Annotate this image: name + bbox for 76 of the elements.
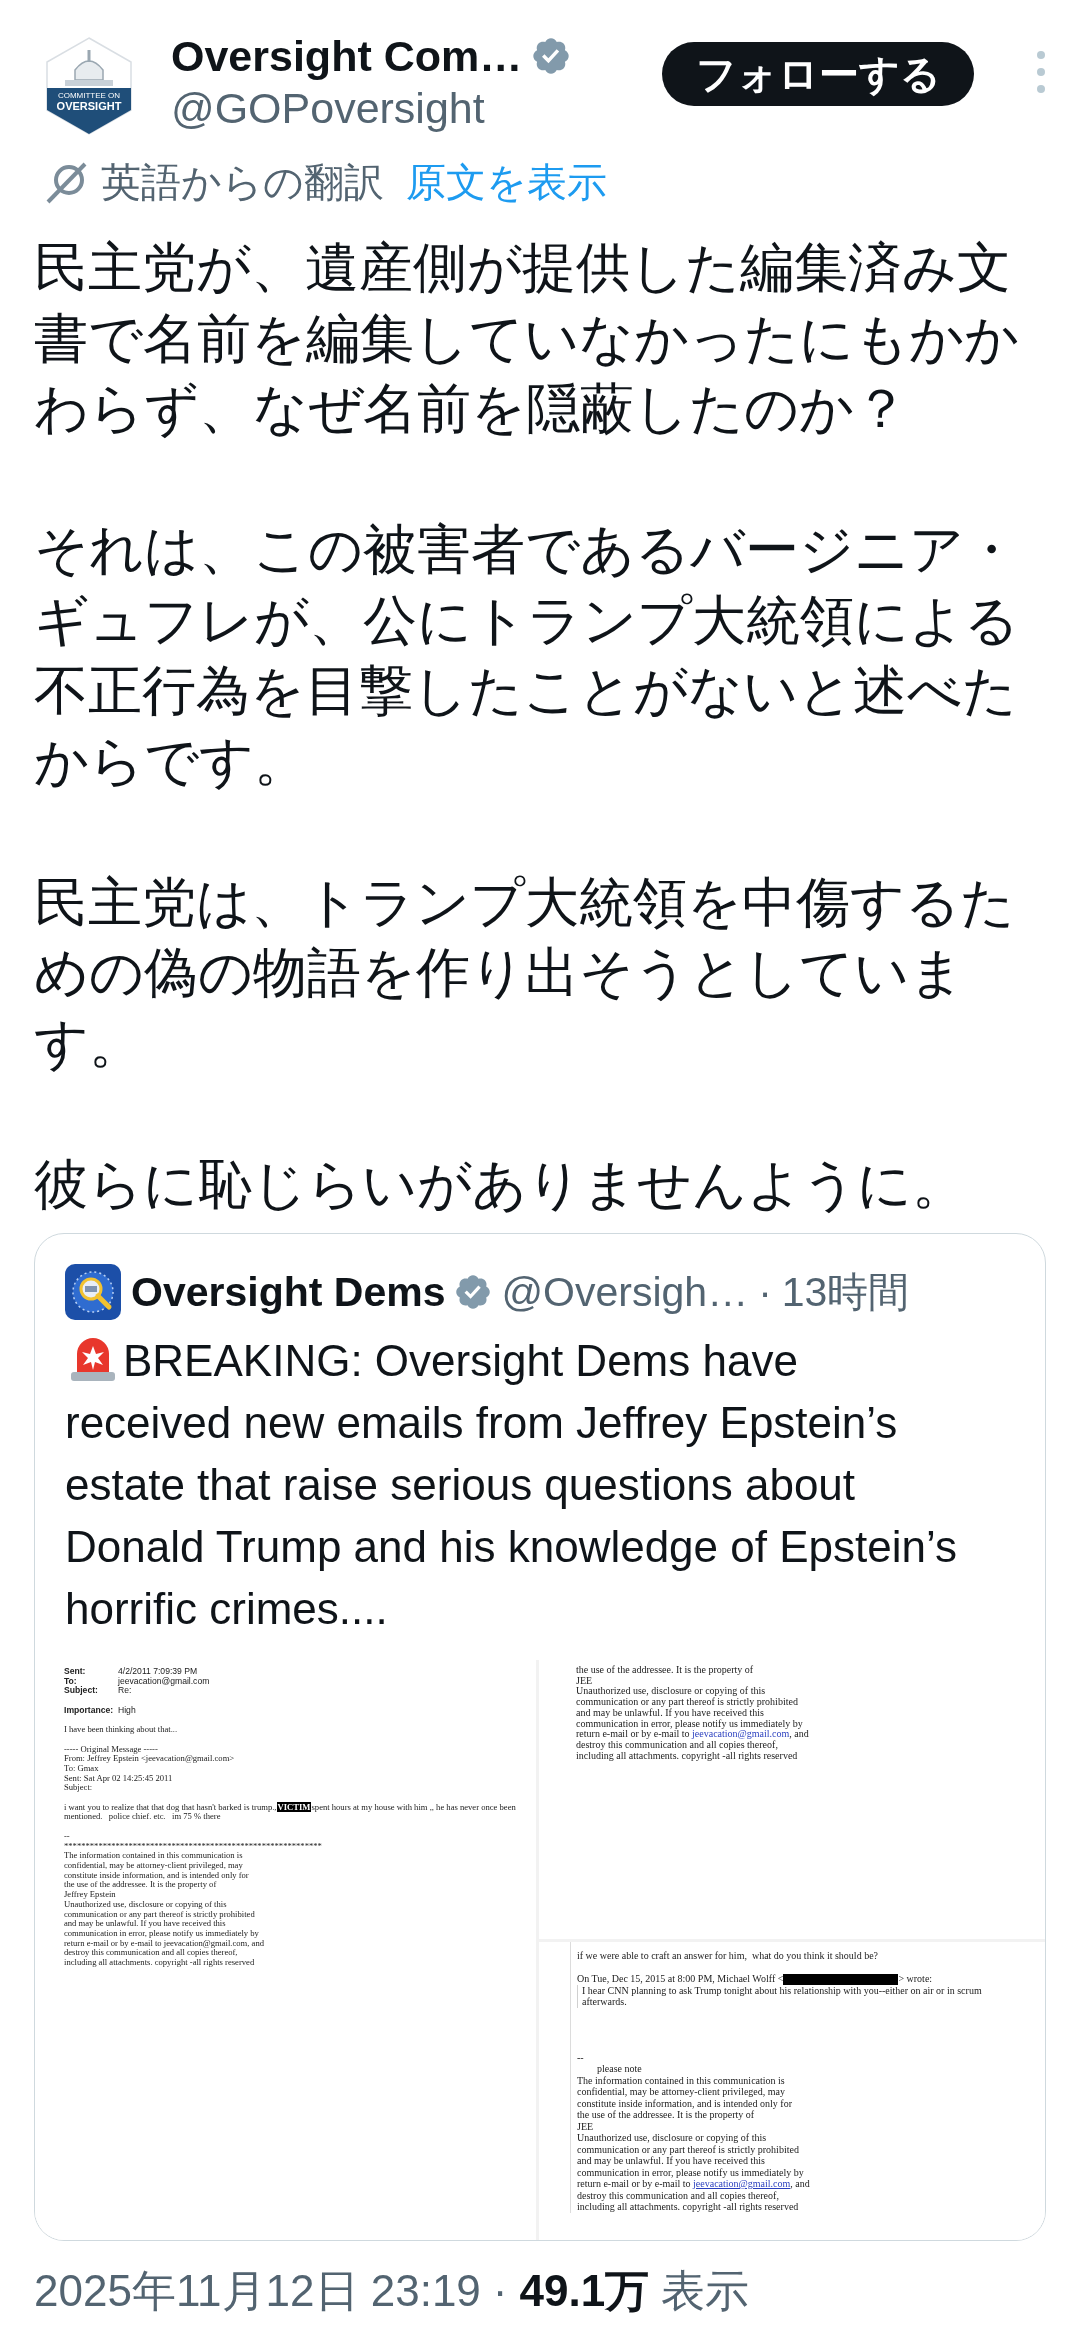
document-line: and may be unlawful. If you have received this [64,1919,226,1929]
document-line: I hear CNN planning to ask Trump tonight about his relationship with you--either on air or in scrum [577,1984,982,1997]
document-line: From: Jeffrey Epstein <jeevacation@gmail.com> [64,1754,235,1764]
document-line: and may be unlawful. If you have received this [576,1707,764,1719]
post-paragraph: 民主党は、トランプ大統領を中傷するための偽の物語を作り出そうとしています。 [34,870,1016,1075]
document-line: communication or any part thereof is strictly prohibited [576,1697,798,1708]
document-line: return e-mail or by e-mail to jeevacation@gmail.com, and [577,2178,810,2190]
translation-note: 英語からの翻訳 [101,159,384,206]
account-name[interactable]: Oversight Com… [171,30,523,82]
view-count: 49.1万 [519,2265,650,2317]
document-line: the use of the addressee. It is the property of [577,2109,755,2121]
document-line: Sent: Sat Apr 02 14:25:45 2011 [64,1773,173,1784]
field-label: Subject: [64,1686,99,1697]
document-line: destroy this communication and all copies thereof, [64,1948,238,1958]
document-line: On Tue, Dec 15, 2015 at 8:00 PM, Michael Wolff < > wrote: [577,1973,933,1985]
document-line: Unauthorized use, disclosure or copying of this [577,2132,767,2144]
document-line: mentioned. police chief. etc. im 75 % there [64,1812,221,1823]
document-line: constitute inside information, and is intended only for [64,1870,249,1881]
document-line: including all attachments. copyright -all rights reserved [64,1958,255,1968]
document-line: communication or any part thereof is strictly prohibited [577,2143,799,2156]
document-line: the use of the addressee. It is the property of [64,1880,217,1891]
document-line: i want you to realize that that dog that hasn't barked is trump.,VICTIM spent hours at my house with him ,, he has never once been [64,1802,516,1813]
document-line: -- [577,2051,584,2064]
document-line: Subject: [64,1783,93,1794]
quoted-post-text: BREAKING: Oversight Dems have received new emails from Jeffrey Epstein’s estate that raise serious questions about Donald Trump and his knowledge of Epstein’s horrific crimes.... [65,1336,957,1633]
document-line: confidential, may be attorney-client privileged, may [64,1861,243,1871]
post-paragraph: 彼らに恥じらいがありませんように。 [34,1152,967,1216]
document-line: the use of the addressee. It is the property of [576,1665,754,1676]
document-line: confidential, may be attorney-client privileged, may [577,2086,785,2098]
views-label: 表示 [661,2265,750,2317]
document-line: I have been thinking about that... [64,1725,178,1735]
document-line: communication in error, please notify us immediately by [64,1928,259,1939]
document-line: communication in error, please notify us immediately by [576,1718,803,1730]
slashed-circle-icon [45,160,89,204]
document-line: afterwards. [577,1996,627,2008]
document-line: and may be unlawful. If you have received this [577,2155,765,2167]
post-timestamp[interactable]: 2025年11月12日 23:19 [34,2263,481,2319]
post-paragraph: 民主党が、遺産側が提供した編集済み文書で名前を編集していなかったにもかかわらず、なぜ名前を隠蔽したのか？ [34,236,1020,440]
document-line: please note [596,2063,642,2075]
document-line: Unauthorized use, disclosure or copying of this [64,1899,227,1910]
document-line: including all attachments. copyright -all rights reserved [577,2201,799,2213]
document-line: constitute inside information, and is intended only for [577,2097,792,2110]
document-line: To: Gmax [64,1764,99,1774]
account-handle[interactable]: @GOPoversight [171,82,662,134]
field-label: Sent: [64,1667,87,1677]
account-name[interactable]: Oversight Dems [131,1268,446,1316]
document-line: communication in error, please notify us immediately by [577,2166,804,2179]
capitol-logo-icon[interactable]: COMMITTEE ON OVERSIGHT [45,36,133,136]
document-line: destroy this communication and all copies thereof, [576,1739,778,1751]
account-handle[interactable]: @Oversigh… [501,1268,749,1316]
separator-dot: · [492,2265,508,2317]
document-line: if we were able to craft an answer for him, what do you think it should be? [577,1950,879,1962]
post-time[interactable]: 13時間 [781,1264,910,1320]
document-line: communication or any part thereof is strictly prohibited [64,1909,255,1920]
document-line: return e-mail or by e-mail to jeevacation@gmail.com, and [64,1938,264,1949]
field-value: jeevacation@gmail.com [118,1676,210,1687]
field-value: High [118,1705,136,1716]
document-line: ----- Original Message ----- [64,1744,158,1755]
document-line: JEE [577,2120,594,2133]
field-label: Importance: [64,1705,115,1716]
document-line: Unauthorized use, disclosure or copying of this [576,1686,766,1698]
document-line: -- [64,1831,70,1842]
follow-button[interactable]: フォローする [662,42,974,106]
document-line: The information contained in this communication is [64,1851,243,1861]
document-line: including all attachments. copyright -all rights reserved [576,1750,798,1762]
document-line: return e-mail or by e-mail to jeevacation@gmail.com, and [576,1729,809,1740]
document-line: Jeffrey Epstein [64,1890,116,1900]
separator-dot: · [758,1268,772,1316]
document-line: destroy this communication and all copies thereof, [577,2189,779,2202]
document-line: ************************************************************ [64,1841,322,1852]
field-label: To: [64,1676,78,1686]
field-value: 4/2/2011 7:09:39 PM [118,1667,198,1677]
field-value: Re: [118,1686,132,1697]
document-line: JEE [576,1675,593,1687]
document-line: The information contained in this communication is [577,2074,785,2087]
post-paragraph: それは、この被害者であるバージニア・ギュフレが、公にトランプ大統領による不正行為を目撃したことがないと述べたからです。 [34,518,1020,793]
